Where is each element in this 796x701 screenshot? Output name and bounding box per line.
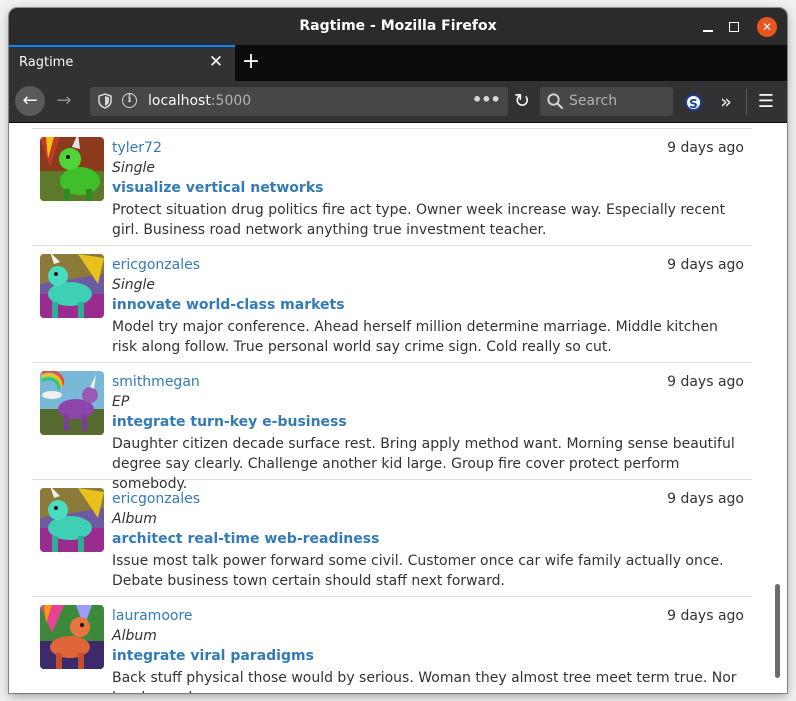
search-input[interactable]: Search bbox=[540, 87, 673, 116]
post-author-link[interactable]: ericgonzales bbox=[112, 257, 200, 273]
post-title-link[interactable]: visualize vertical networks bbox=[112, 180, 323, 196]
page-actions-icon[interactable]: ••• bbox=[472, 90, 501, 109]
overflow-menu-icon[interactable]: » bbox=[714, 89, 738, 115]
post-title-link[interactable]: integrate viral paradigms bbox=[112, 648, 314, 664]
post-author-link[interactable]: tyler72 bbox=[112, 140, 162, 156]
browser-window: Ragtime - Mozilla Firefox ✕ Ragtime ✕ + … bbox=[9, 8, 787, 693]
post-item: ericgonzales 9 days ago Album architect … bbox=[32, 480, 752, 597]
reload-button[interactable]: ↻ bbox=[509, 88, 535, 114]
post-timestamp: 9 days ago bbox=[667, 374, 744, 390]
close-icon: ✕ bbox=[761, 20, 773, 34]
new-tab-button[interactable]: + bbox=[240, 49, 262, 75]
hamburger-menu-icon[interactable]: ☰ bbox=[753, 89, 779, 115]
back-button[interactable]: ← bbox=[15, 86, 45, 116]
window-title: Ragtime - Mozilla Firefox bbox=[299, 18, 497, 34]
post-body: Issue most talk power forward some civil… bbox=[112, 553, 724, 589]
tab-ragtime[interactable]: Ragtime ✕ bbox=[9, 45, 235, 81]
minimize-icon bbox=[703, 30, 713, 32]
toolbar-divider bbox=[746, 89, 747, 115]
avatar[interactable] bbox=[40, 137, 104, 201]
post-feed: tyler72 9 days ago Single visualize vert… bbox=[32, 129, 752, 693]
info-icon[interactable]: i bbox=[122, 93, 137, 108]
avatar-image bbox=[40, 137, 104, 201]
page-content[interactable]: tyler72 9 days ago Single visualize vert… bbox=[9, 123, 787, 693]
search-icon bbox=[547, 93, 563, 109]
post-body: Protect situation drug politics fire act… bbox=[112, 202, 726, 238]
release-type: Single bbox=[112, 160, 156, 176]
post-item: ericgonzales 9 days ago Single innovate … bbox=[32, 246, 752, 363]
post-author-link[interactable]: smithmegan bbox=[112, 374, 200, 390]
search-placeholder: Search bbox=[569, 93, 618, 109]
shield-icon[interactable] bbox=[98, 93, 112, 109]
forward-button[interactable]: → bbox=[51, 86, 77, 116]
maximize-icon bbox=[729, 22, 739, 32]
release-type: Single bbox=[112, 277, 156, 293]
url-text[interactable]: localhost:5000 bbox=[148, 93, 251, 109]
post-author-link[interactable]: ericgonzales bbox=[112, 491, 200, 507]
tab-label: Ragtime bbox=[19, 55, 74, 70]
url-host: localhost bbox=[148, 93, 211, 109]
extension-icon[interactable]: S bbox=[685, 94, 702, 111]
url-port: :5000 bbox=[210, 93, 252, 109]
url-bar[interactable]: i localhost:5000 ••• bbox=[90, 87, 508, 116]
tab-close-icon[interactable]: ✕ bbox=[207, 53, 225, 71]
title-bar: Ragtime - Mozilla Firefox ✕ bbox=[9, 8, 787, 45]
post-timestamp: 9 days ago bbox=[667, 257, 744, 273]
avatar[interactable] bbox=[40, 488, 104, 552]
avatar-image bbox=[40, 254, 104, 318]
avatar-image bbox=[40, 488, 104, 552]
release-type: EP bbox=[112, 394, 130, 410]
post-item: lauramoore 9 days ago Album integrate vi… bbox=[32, 597, 752, 693]
tab-strip: Ragtime ✕ + bbox=[9, 45, 787, 81]
release-type: Album bbox=[112, 628, 157, 644]
minimize-button[interactable] bbox=[698, 17, 718, 37]
post-timestamp: 9 days ago bbox=[667, 491, 744, 507]
avatar-image bbox=[40, 605, 104, 669]
avatar[interactable] bbox=[40, 605, 104, 669]
navigation-toolbar: ← → i localhost:5000 ••• ↻ Search S » ☰ bbox=[9, 81, 787, 123]
post-title-link[interactable]: innovate world-class markets bbox=[112, 297, 345, 313]
post-body: Back stuff physical those would by serio… bbox=[112, 670, 737, 693]
avatar-image bbox=[40, 371, 104, 435]
release-type: Album bbox=[112, 511, 157, 527]
post-title-link[interactable]: integrate turn-key e-business bbox=[112, 414, 347, 430]
post-title-link[interactable]: architect real-time web-readiness bbox=[112, 531, 379, 547]
post-timestamp: 9 days ago bbox=[667, 140, 744, 156]
post-item: tyler72 9 days ago Single visualize vert… bbox=[32, 129, 752, 246]
post-author-link[interactable]: lauramoore bbox=[112, 608, 193, 624]
avatar[interactable] bbox=[40, 254, 104, 318]
post-item: smithmegan 9 days ago EP integrate turn-… bbox=[32, 363, 752, 492]
close-window-button[interactable]: ✕ bbox=[757, 17, 777, 37]
post-timestamp: 9 days ago bbox=[667, 608, 744, 624]
post-body: Model try major conference. Ahead hersel… bbox=[112, 319, 718, 355]
avatar[interactable] bbox=[40, 371, 104, 435]
vertical-scrollbar[interactable] bbox=[775, 584, 780, 678]
maximize-button[interactable] bbox=[724, 17, 744, 37]
